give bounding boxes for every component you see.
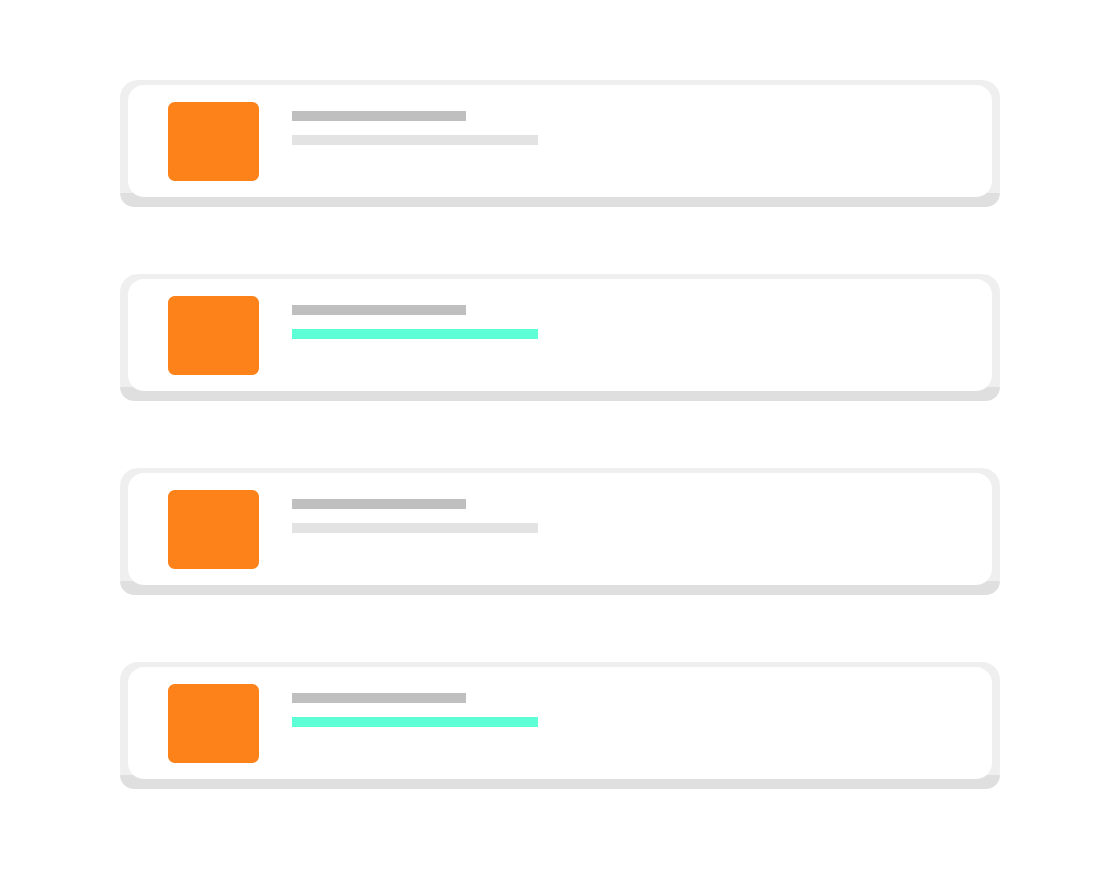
thumbnail-image	[168, 490, 259, 569]
title-placeholder-line	[292, 499, 466, 509]
title-placeholder-line	[292, 693, 466, 703]
list-card[interactable]	[120, 468, 1000, 595]
title-placeholder-line	[292, 111, 466, 121]
card-body	[128, 667, 992, 779]
list-card[interactable]	[120, 662, 1000, 789]
card-body	[128, 473, 992, 585]
list-card[interactable]	[120, 274, 1000, 401]
thumbnail-image	[168, 684, 259, 763]
thumbnail-image	[168, 296, 259, 375]
subtitle-placeholder-line	[292, 329, 538, 339]
title-placeholder-line	[292, 305, 466, 315]
subtitle-placeholder-line	[292, 523, 538, 533]
list-card[interactable]	[120, 80, 1000, 207]
card-list	[120, 80, 1000, 856]
card-body	[128, 85, 992, 197]
card-body	[128, 279, 992, 391]
thumbnail-image	[168, 102, 259, 181]
subtitle-placeholder-line	[292, 717, 538, 727]
subtitle-placeholder-line	[292, 135, 538, 145]
